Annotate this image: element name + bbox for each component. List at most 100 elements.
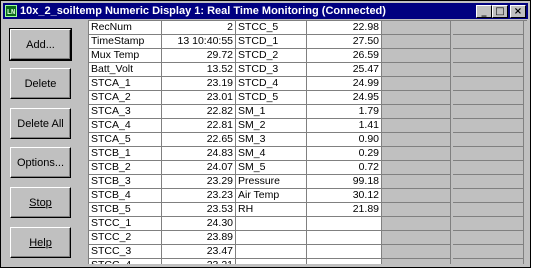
empty-cell[interactable] [307,259,382,264]
empty-cell[interactable] [382,217,451,231]
field-value-cell[interactable]: 21.89 [307,203,382,217]
field-name-cell[interactable]: STCB_3 [89,175,162,189]
empty-cell[interactable] [453,49,524,63]
empty-cell[interactable] [236,231,307,245]
empty-cell[interactable] [382,231,451,245]
field-name-cell[interactable]: SM_1 [236,105,307,119]
field-name-cell[interactable]: TimeStamp [89,35,162,49]
empty-cell[interactable] [382,105,451,119]
field-name-cell[interactable]: STCA_2 [89,91,162,105]
field-value-cell[interactable]: 23.19 [162,77,236,91]
empty-cell[interactable] [453,21,524,35]
empty-cell[interactable] [453,189,524,203]
field-value-cell[interactable]: 23.89 [162,231,236,245]
empty-cell[interactable] [453,105,524,119]
field-name-cell[interactable]: STCA_4 [89,119,162,133]
field-value-cell[interactable]: 23.29 [162,175,236,189]
empty-cell[interactable] [382,119,451,133]
field-value-cell[interactable]: 26.59 [307,49,382,63]
empty-cell[interactable] [307,245,382,259]
field-name-cell[interactable]: SM_2 [236,119,307,133]
empty-cell[interactable] [382,147,451,161]
empty-cell[interactable] [453,217,524,231]
close-button[interactable]: × [510,5,526,18]
empty-cell[interactable] [453,259,524,264]
empty-cell[interactable] [236,259,307,264]
field-name-cell[interactable]: STCC_1 [89,217,162,231]
field-name-cell[interactable]: STCB_4 [89,189,162,203]
field-name-cell[interactable]: SM_4 [236,147,307,161]
field-value-cell[interactable]: 24.99 [307,77,382,91]
empty-cell[interactable] [453,245,524,259]
field-value-cell[interactable]: 99.18 [307,175,382,189]
field-value-cell[interactable]: 30.12 [307,189,382,203]
field-name-cell[interactable]: STCD_3 [236,63,307,77]
field-value-cell[interactable]: 24.83 [162,147,236,161]
empty-cell[interactable] [382,77,451,91]
field-name-cell[interactable]: STCA_3 [89,105,162,119]
field-name-cell[interactable]: STCC_2 [89,231,162,245]
field-name-cell[interactable]: Batt_Volt [89,63,162,77]
field-value-cell[interactable]: 0.29 [307,147,382,161]
field-value-cell[interactable]: 13 10:40:55 [162,35,236,49]
field-name-cell[interactable]: STCD_4 [236,77,307,91]
empty-cell[interactable] [382,175,451,189]
add-button[interactable]: Add... [9,28,72,61]
field-value-cell[interactable]: 23.21 [162,259,236,264]
empty-cell[interactable] [453,175,524,189]
empty-cell[interactable] [453,91,524,105]
empty-cell[interactable] [382,35,451,49]
field-value-cell[interactable]: 22.81 [162,119,236,133]
title-bar[interactable]: LN 10x_2_soiltemp Numeric Display 1: Rea… [3,3,528,19]
empty-cell[interactable] [307,231,382,245]
field-name-cell[interactable]: STCA_1 [89,77,162,91]
field-value-cell[interactable]: 2 [162,21,236,35]
field-value-cell[interactable]: 25.47 [307,63,382,77]
empty-cell[interactable] [453,231,524,245]
empty-cell[interactable] [453,133,524,147]
field-value-cell[interactable]: 1.79 [307,105,382,119]
empty-cell[interactable] [382,49,451,63]
empty-cell[interactable] [307,217,382,231]
field-value-cell[interactable]: 23.01 [162,91,236,105]
field-name-cell[interactable]: STCC_4 [89,259,162,264]
field-value-cell[interactable]: 29.72 [162,49,236,63]
field-name-cell[interactable]: STCD_5 [236,91,307,105]
empty-cell[interactable] [453,147,524,161]
empty-cell[interactable] [382,133,451,147]
field-value-cell[interactable]: 23.53 [162,203,236,217]
field-value-cell[interactable]: 0.90 [307,133,382,147]
field-name-cell[interactable]: SM_3 [236,133,307,147]
help-button[interactable]: Help [10,227,71,258]
field-name-cell[interactable]: Air Temp [236,189,307,203]
numeric-display-grid[interactable]: RecNum 2 STCC_5 22.98 TimeStamp 13 10:40:55 ST… [88,20,527,264]
empty-cell[interactable] [382,189,451,203]
field-name-cell[interactable]: Pressure [236,175,307,189]
empty-cell[interactable] [382,203,451,217]
minimize-button[interactable]: _ [476,5,492,18]
field-name-cell[interactable]: STCC_5 [236,21,307,35]
field-name-cell[interactable]: STCB_2 [89,161,162,175]
field-value-cell[interactable]: 24.30 [162,217,236,231]
delete-all-button[interactable]: Delete All [10,108,71,139]
empty-cell[interactable] [453,161,524,175]
empty-cell[interactable] [382,245,451,259]
field-value-cell[interactable]: 27.50 [307,35,382,49]
field-name-cell[interactable]: STCB_5 [89,203,162,217]
stop-button[interactable]: Stop [10,187,71,218]
field-value-cell[interactable]: 24.07 [162,161,236,175]
field-value-cell[interactable]: 24.95 [307,91,382,105]
field-value-cell[interactable]: 23.47 [162,245,236,259]
field-value-cell[interactable]: 23.23 [162,189,236,203]
field-name-cell[interactable]: RecNum [89,21,162,35]
field-name-cell[interactable]: STCC_3 [89,245,162,259]
options-button[interactable]: Options... [10,147,71,178]
maximize-button[interactable]: □ [492,5,508,18]
field-name-cell[interactable]: STCB_1 [89,147,162,161]
empty-cell[interactable] [382,21,451,35]
empty-cell[interactable] [236,245,307,259]
empty-cell[interactable] [453,63,524,77]
empty-cell[interactable] [453,203,524,217]
empty-cell[interactable] [382,161,451,175]
field-name-cell[interactable]: STCA_5 [89,133,162,147]
